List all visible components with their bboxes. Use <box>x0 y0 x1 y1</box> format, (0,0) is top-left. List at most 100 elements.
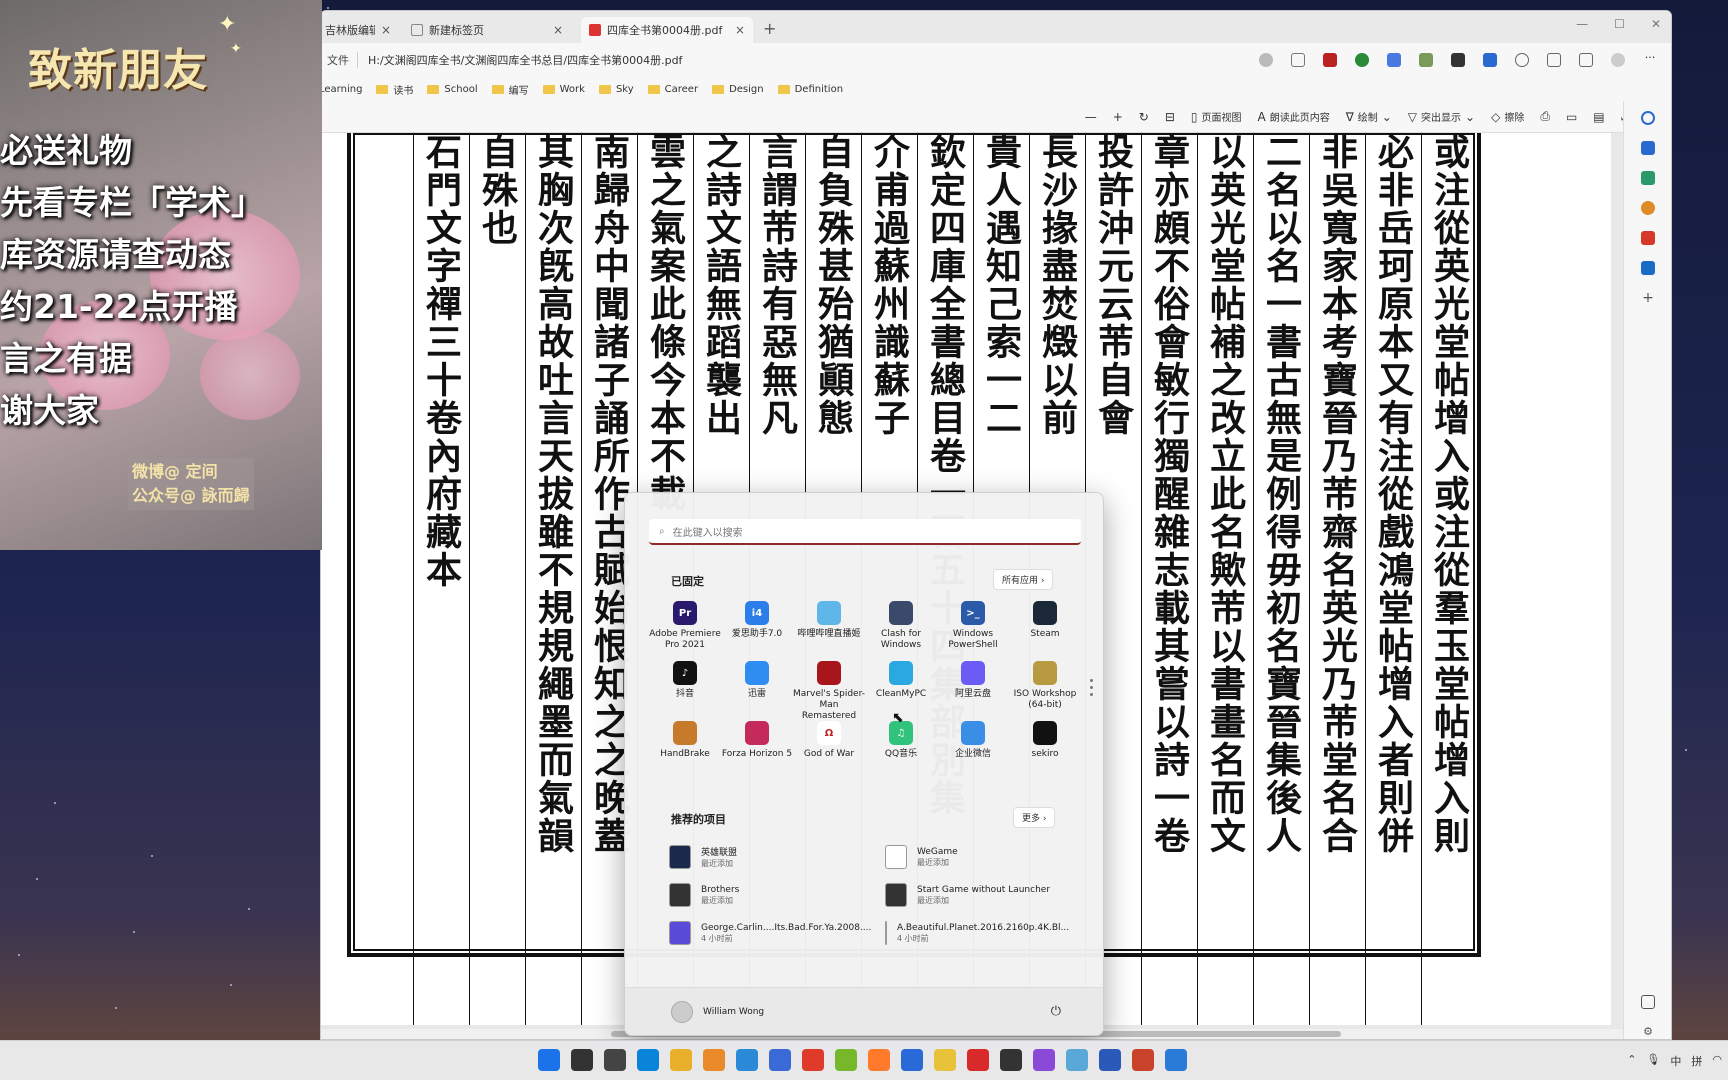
pinned-app[interactable]: 阿里云盘 <box>937 661 1009 711</box>
minimize-icon[interactable]: — <box>1576 17 1588 31</box>
pinned-app[interactable]: Clash for Windows <box>865 601 937 651</box>
ime-name[interactable]: 拼 <box>1691 1053 1702 1069</box>
pinned-app[interactable]: Marvel's Spider-Man Remastered <box>793 661 865 721</box>
recommended-item[interactable]: Start Game without Launcher 最近添加 <box>885 883 1069 907</box>
pinned-app[interactable]: HandBrake <box>649 721 721 771</box>
pinned-app[interactable]: Forza Horizon 5 <box>721 721 793 771</box>
app-icon[interactable] <box>1066 1049 1088 1071</box>
bookmark-item[interactable]: Learning <box>321 84 362 95</box>
user-name[interactable]: William Wong <box>703 1007 764 1017</box>
powerpoint-icon[interactable] <box>1132 1049 1154 1071</box>
power-icon[interactable]: ⏻ <box>1051 1004 1061 1019</box>
bookmark-folder[interactable]: Sky <box>598 84 634 95</box>
recommended-item[interactable]: 英雄联盟 最近添加 <box>669 845 885 869</box>
favorites-icon[interactable] <box>1547 53 1561 67</box>
pinned-pager[interactable] <box>1090 679 1093 696</box>
zoom-icon[interactable] <box>1259 53 1273 67</box>
pinned-app[interactable]: 企业微信 <box>937 721 1009 771</box>
tools-icon[interactable] <box>1641 171 1655 185</box>
pinned-app[interactable]: CleanMyPC <box>865 661 937 711</box>
app-icon[interactable] <box>901 1049 923 1071</box>
mail-icon[interactable] <box>1165 1049 1187 1071</box>
task-view-icon[interactable] <box>604 1049 626 1071</box>
adblock-icon[interactable] <box>1323 53 1337 67</box>
favorite-star-icon[interactable] <box>1291 53 1305 67</box>
shopping-icon[interactable] <box>1641 141 1655 155</box>
pinned-app[interactable]: ♫ QQ音乐 <box>865 721 937 771</box>
nvidia-icon[interactable] <box>835 1049 857 1071</box>
everything-icon[interactable] <box>703 1049 725 1071</box>
close-window-icon[interactable]: ✕ <box>1651 17 1661 31</box>
add-icon[interactable]: + <box>1641 291 1655 305</box>
save-as-button[interactable]: ▤ <box>1593 110 1604 124</box>
app-icon[interactable] <box>1033 1049 1055 1071</box>
fit-page-button[interactable]: ⊟ <box>1165 110 1175 124</box>
windows-start-icon[interactable] <box>538 1049 560 1071</box>
search-icon[interactable] <box>571 1049 593 1071</box>
extension-icon[interactable] <box>1451 53 1465 67</box>
bookmark-folder[interactable]: Work <box>542 84 585 95</box>
firefox-icon[interactable] <box>868 1049 890 1071</box>
close-icon[interactable]: × <box>381 23 391 37</box>
pinned-app[interactable]: Steam <box>1009 601 1081 651</box>
folder-icon[interactable] <box>934 1049 956 1071</box>
tab-3[interactable]: 四库全书第0004册.pdf × <box>581 17 753 43</box>
ime-mode[interactable]: 中 <box>1670 1053 1681 1069</box>
pinned-app[interactable]: sekiro <box>1009 721 1081 771</box>
pinned-app[interactable]: >_ Windows PowerShell <box>937 601 1009 651</box>
extension-icon[interactable] <box>1483 53 1497 67</box>
pinned-app[interactable]: Ω God of War <box>793 721 865 771</box>
more-menu-icon[interactable]: ··· <box>1643 52 1657 67</box>
tab-2[interactable]: 新建标签页 × <box>403 17 571 43</box>
rotate-button[interactable]: ↻ <box>1139 110 1149 124</box>
pinned-app[interactable]: ♪ 抖音 <box>649 661 721 711</box>
tray-chevron-icon[interactable]: ⌃ <box>1627 1053 1636 1069</box>
notepad-icon[interactable] <box>769 1049 791 1071</box>
all-apps-button[interactable]: 所有应用 › <box>993 569 1054 590</box>
settings-icon[interactable]: ⚙ <box>1641 1025 1655 1039</box>
close-icon[interactable]: × <box>735 23 745 37</box>
collections-icon[interactable] <box>1579 53 1593 67</box>
app-icon[interactable] <box>1000 1049 1022 1071</box>
highlight-button[interactable]: ▽ 突出显示 ⌄ <box>1408 109 1475 125</box>
bookmark-folder[interactable]: 读书 <box>376 82 413 97</box>
more-button[interactable]: 更多 › <box>1013 807 1056 828</box>
recommended-item[interactable]: A.Beautiful.Planet.2016.2160p.4K.Bl... 4 … <box>885 921 1069 945</box>
wifi-icon[interactable]: ◠ <box>1712 1053 1722 1069</box>
read-aloud-button[interactable]: A 朗读此页内容 <box>1257 109 1329 125</box>
dx-icon[interactable] <box>967 1049 989 1071</box>
outlook-icon[interactable] <box>1641 261 1655 275</box>
bookmark-folder[interactable]: Definition <box>777 84 843 95</box>
start-search-input[interactable]: ⌕ 在此键入以搜索 <box>649 519 1081 545</box>
bookmark-folder[interactable]: 编写 <box>491 82 529 97</box>
search-icon[interactable] <box>1641 111 1655 125</box>
pinned-app[interactable]: 哔哩哔哩直播姬 <box>793 601 865 651</box>
zoom-out-button[interactable]: — <box>1085 110 1097 124</box>
bookmark-folder[interactable]: School <box>427 84 478 95</box>
sidebar-toggle-icon[interactable] <box>1641 995 1655 1009</box>
profile-avatar-icon[interactable] <box>1611 53 1625 67</box>
games-icon[interactable] <box>1641 201 1655 215</box>
draw-button[interactable]: ∇ 绘制 ⌄ <box>1346 109 1392 125</box>
extensions-puzzle-icon[interactable] <box>1515 53 1529 67</box>
bookmark-folder[interactable]: Design <box>712 84 764 95</box>
url-input[interactable]: H:/文渊阁四库全书/文渊阁四库全书总目/四库全书第0004册.pdf <box>368 52 1249 68</box>
pinned-app[interactable]: ISO Workshop (64-bit) <box>1009 661 1081 711</box>
recommended-item[interactable]: George.Carlin....Its.Bad.For.Ya.2008....… <box>669 921 885 945</box>
close-icon[interactable]: × <box>553 23 563 37</box>
recommended-item[interactable]: WeGame 最近添加 <box>885 845 1069 869</box>
microphone-icon[interactable]: 🎙 <box>1646 1053 1660 1069</box>
office-icon[interactable] <box>1641 231 1655 245</box>
zoom-in-button[interactable]: + <box>1113 110 1123 124</box>
app-icon[interactable] <box>736 1049 758 1071</box>
chrome-icon[interactable] <box>802 1049 824 1071</box>
erase-button[interactable]: ◇ 擦除 <box>1491 109 1524 125</box>
page-view-button[interactable]: ▯ 页面视图 <box>1191 109 1242 125</box>
pinned-app[interactable]: 迅雷 <box>721 661 793 711</box>
edge-icon[interactable] <box>637 1049 659 1071</box>
tab-1[interactable]: 吉林版编辑部 × <box>321 17 399 43</box>
pinned-app[interactable]: i4 爱思助手7.0 <box>721 601 793 651</box>
extension-icon[interactable] <box>1387 53 1401 67</box>
print-button[interactable]: ⎙ <box>1540 109 1550 124</box>
save-button[interactable]: ▭ <box>1566 110 1577 124</box>
